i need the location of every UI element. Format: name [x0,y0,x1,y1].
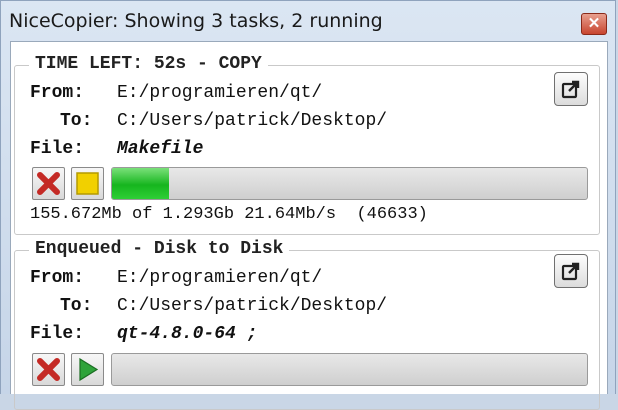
pause-icon [76,172,99,195]
destination-path: C:/Users/patrick/Desktop/ [117,111,388,131]
progress-bar [111,353,588,386]
progress-fill [112,168,169,199]
window-title: NiceCopier: Showing 3 tasks, 2 running [9,10,383,32]
file-label: File: [30,324,85,344]
from-label: From: [30,83,85,103]
task-header: Enqueued - Disk to Disk [29,239,290,259]
to-label: To: [60,296,93,316]
source-path: E:/programieren/qt/ [117,268,323,288]
task-header: TIME LEFT: 52s - COPY [29,54,268,74]
open-destination-button[interactable] [554,254,588,288]
progress-bar [111,167,588,200]
task-panel: Enqueued - Disk to Disk From: E:/program… [14,239,600,410]
pause-button[interactable] [71,167,104,200]
open-external-icon [561,80,580,99]
destination-path: C:/Users/patrick/Desktop/ [117,296,388,316]
play-button[interactable] [71,353,104,386]
file-label: File: [30,139,85,159]
open-destination-button[interactable] [554,72,588,106]
cancel-icon [37,172,60,195]
task-panel: TIME LEFT: 52s - COPY From: E:/programie… [14,54,600,235]
current-file: Makefile [117,139,204,159]
title-bar[interactable]: NiceCopier: Showing 3 tasks, 2 running ✕ [1,1,615,41]
close-button[interactable]: ✕ [581,13,607,35]
cancel-button[interactable] [32,167,65,200]
current-file: qt-4.8.0-64 ; [117,324,258,344]
source-path: E:/programieren/qt/ [117,83,323,103]
from-label: From: [30,268,85,288]
cancel-button[interactable] [32,353,65,386]
cancel-icon [37,358,60,381]
open-external-icon [561,262,580,281]
transfer-status: 155.672Mb of 1.293Gb 21.64Mb/s (46633) [30,205,428,224]
to-label: To: [60,111,93,131]
play-icon [79,357,99,382]
